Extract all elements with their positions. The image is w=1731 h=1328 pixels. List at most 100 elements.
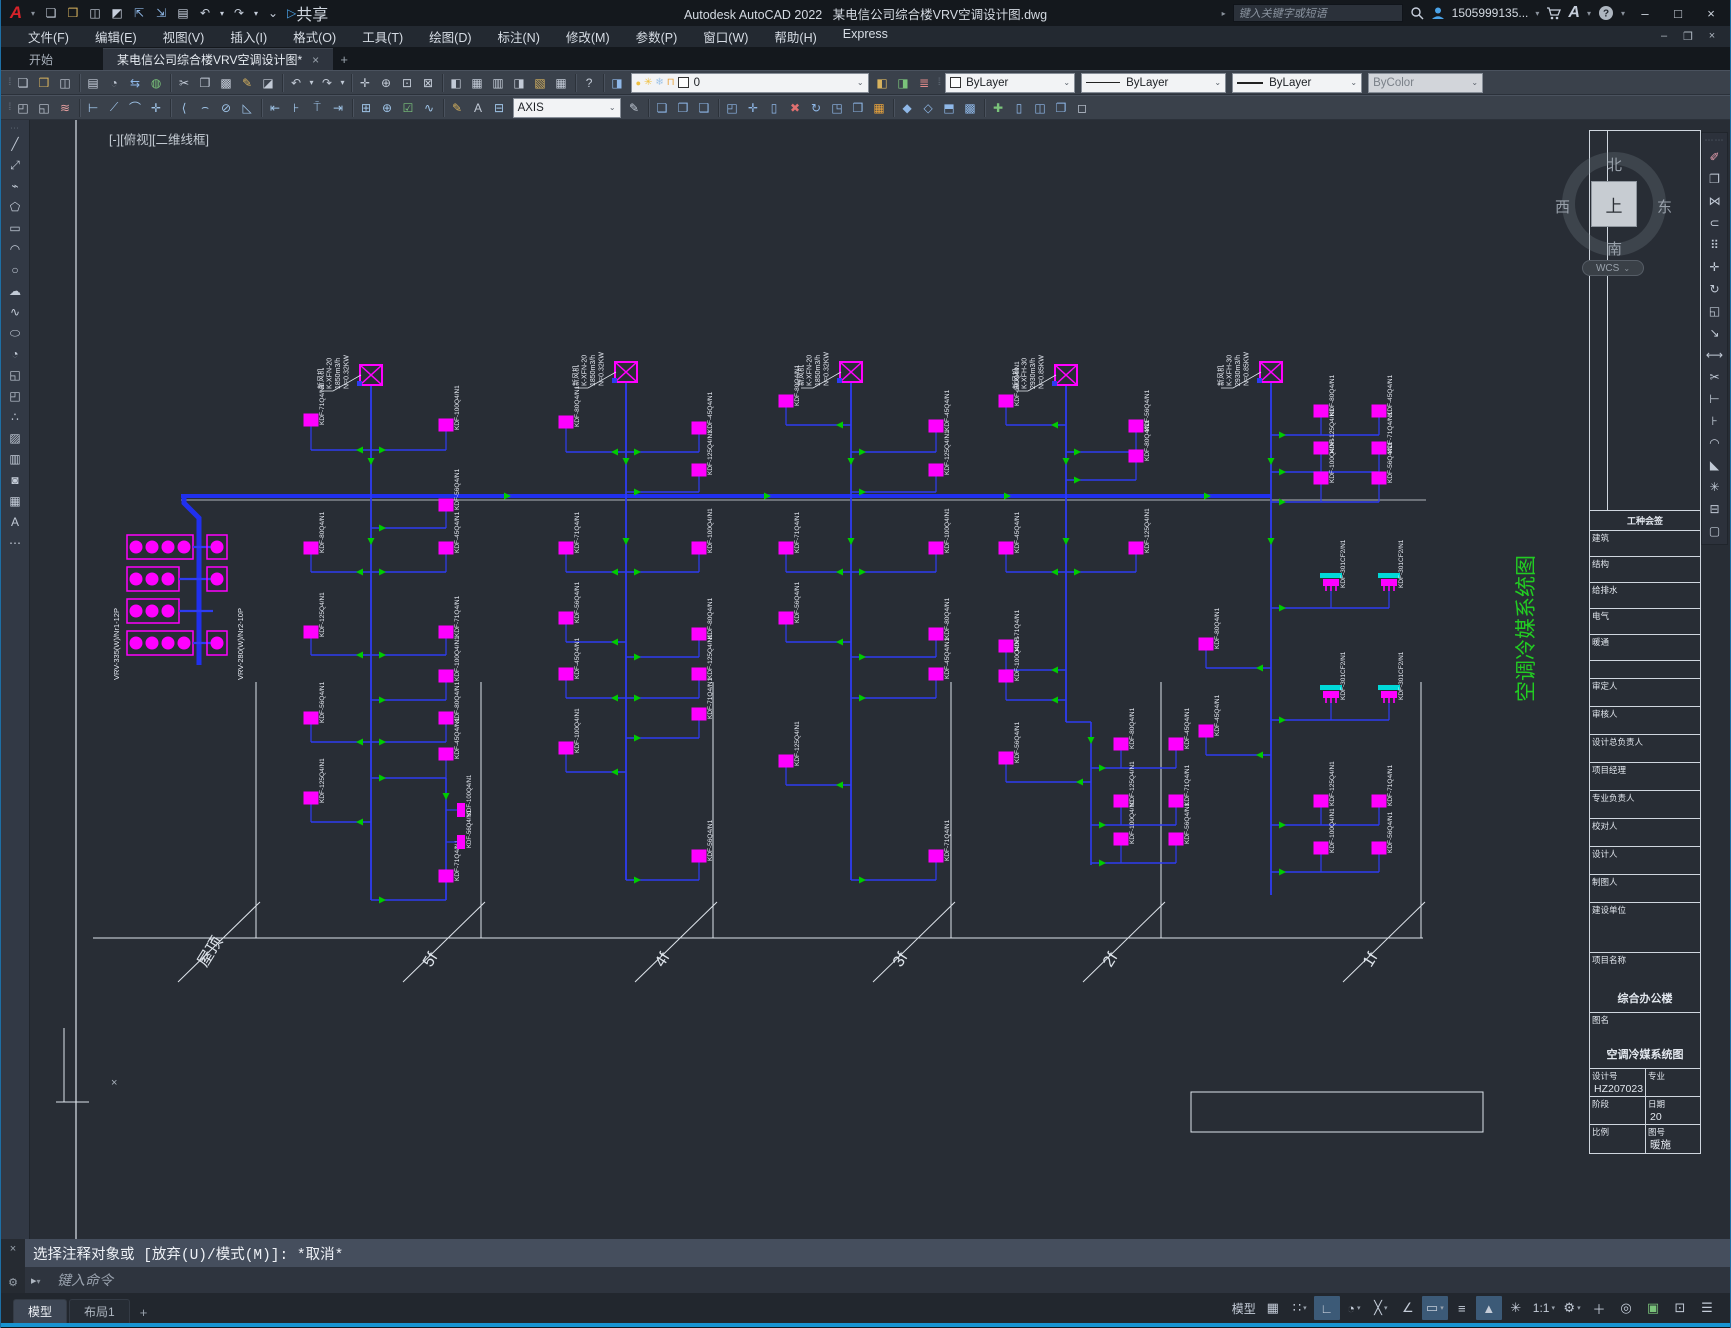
erase-icon[interactable]: ✐ bbox=[1704, 146, 1726, 168]
dim-aligned-icon[interactable]: ⟋ bbox=[104, 100, 125, 115]
copy-icon[interactable]: ❐ bbox=[1704, 168, 1726, 190]
layer-sun-icon[interactable]: ✳ bbox=[644, 77, 652, 88]
3d-move-icon[interactable]: ◰ bbox=[722, 101, 743, 115]
edit-dim-icon[interactable]: ✎ bbox=[447, 101, 468, 115]
open-from-mobile-icon[interactable]: ⇱ bbox=[129, 6, 149, 20]
open-icon[interactable]: ❒ bbox=[34, 76, 55, 90]
toolbar-grip[interactable]: ⁞⁞ bbox=[938, 77, 941, 88]
help-dropdown-icon[interactable]: ▾ bbox=[1621, 9, 1625, 18]
plot-icon[interactable]: ▤ bbox=[83, 76, 104, 90]
viewcube-top-face[interactable]: 上 bbox=[1591, 181, 1637, 227]
menu-item-0[interactable]: 文件(F) bbox=[15, 25, 82, 48]
isolate-objects-icon[interactable]: ◎ bbox=[1613, 1296, 1639, 1320]
model-space-button[interactable]: 模型 bbox=[1229, 1296, 1259, 1320]
spline-icon[interactable]: ∿ bbox=[4, 302, 26, 323]
menu-item-3[interactable]: 插入(I) bbox=[217, 25, 280, 48]
markup-icon[interactable]: ▧ bbox=[530, 76, 551, 90]
move-icon[interactable]: ✛ bbox=[1704, 256, 1726, 278]
join-icon[interactable]: ⊟ bbox=[1704, 498, 1726, 520]
3d-add-icon[interactable]: ✚ bbox=[988, 101, 1009, 115]
help-icon[interactable]: ? bbox=[579, 76, 600, 90]
region-icon[interactable]: ◙ bbox=[4, 470, 26, 491]
menu-item-5[interactable]: 工具(T) bbox=[349, 25, 416, 48]
command-prompt-icon[interactable]: ▸▾ bbox=[31, 1274, 57, 1287]
section-icon[interactable]: ⬒ bbox=[939, 101, 960, 115]
qat-customize-icon[interactable]: ⌄ bbox=[263, 6, 283, 20]
break-icon[interactable]: ⊦ bbox=[1704, 410, 1726, 432]
menu-item-9[interactable]: 参数(P) bbox=[623, 25, 691, 48]
layer-on-icon[interactable]: ● bbox=[636, 78, 641, 88]
ellipse-icon[interactable]: ⬭ bbox=[4, 323, 26, 344]
compass-east[interactable]: 东 bbox=[1657, 196, 1672, 217]
undo-icon[interactable]: ↶ bbox=[286, 76, 307, 90]
chevron-down-icon[interactable]: ⌄ bbox=[852, 78, 864, 87]
share-icon[interactable]: ▷ bbox=[287, 6, 296, 20]
viewcube[interactable]: 北 南 东 西 上 WCS ⌄ bbox=[1554, 146, 1674, 278]
paste-icon[interactable]: ▩ bbox=[216, 76, 237, 90]
dim-break-icon[interactable]: ⍑ bbox=[307, 100, 328, 115]
zoom-previous-icon[interactable]: ⊠ bbox=[418, 76, 439, 90]
dim-update-icon[interactable]: ☑ bbox=[398, 101, 419, 115]
extrude-icon[interactable]: ▯ bbox=[764, 101, 785, 115]
layer-lock-icon[interactable]: ⊓ bbox=[667, 77, 675, 88]
trim-icon[interactable]: ✂ bbox=[1704, 366, 1726, 388]
table-icon[interactable]: ▦ bbox=[4, 491, 26, 512]
dim-continue-icon[interactable]: ⊦ bbox=[286, 101, 307, 115]
help-icon[interactable]: ? bbox=[1598, 5, 1614, 21]
dynamic-input-icon[interactable]: ▭ ▾ bbox=[1421, 1296, 1448, 1320]
model-tab[interactable]: 模型 bbox=[13, 1299, 68, 1323]
close-button[interactable]: × bbox=[1698, 6, 1724, 21]
fillet-icon[interactable]: ◠ bbox=[1704, 432, 1726, 454]
menu-item-10[interactable]: 窗口(W) bbox=[690, 25, 761, 48]
tab-add-button[interactable]: + bbox=[333, 50, 355, 70]
stretch-icon[interactable]: ↘ bbox=[1704, 322, 1726, 344]
menu-item-11[interactable]: 帮助(H) bbox=[761, 25, 829, 48]
new-layout-button[interactable]: + bbox=[132, 1302, 156, 1323]
redo-dropdown-icon[interactable]: ▾ bbox=[338, 78, 348, 87]
customization-icon[interactable]: ☰ bbox=[1694, 1296, 1720, 1320]
autocad-logo-icon[interactable]: A bbox=[1, 1, 31, 25]
mtext-icon[interactable]: A bbox=[4, 512, 26, 533]
gradient-icon[interactable]: ▥ bbox=[4, 449, 26, 470]
object-snap-icon[interactable]: ╳ ▾ bbox=[1368, 1296, 1394, 1320]
thicken-icon[interactable]: ◇ bbox=[918, 101, 939, 115]
revision-cloud-icon[interactable]: ☁ bbox=[4, 281, 26, 302]
chevron-down-icon[interactable]: ⌄ bbox=[1345, 78, 1357, 87]
open-icon[interactable]: ❒ bbox=[63, 6, 83, 20]
tab-start[interactable]: 开始 bbox=[15, 48, 67, 70]
polar-tracking-icon[interactable]: ◔ ▾ bbox=[1341, 1296, 1367, 1320]
menu-item-8[interactable]: 修改(M) bbox=[553, 25, 623, 48]
autodesk-dropdown-icon[interactable]: ▾ bbox=[1587, 9, 1591, 18]
dim-override-icon[interactable]: ⊟ bbox=[489, 101, 510, 115]
mirror-icon[interactable]: ⋈ bbox=[1704, 190, 1726, 212]
clean-screen-icon[interactable]: ⊡ bbox=[1667, 1296, 1693, 1320]
menu-item-6[interactable]: 绘图(D) bbox=[416, 25, 484, 48]
menu-item-12[interactable]: Express bbox=[830, 25, 901, 48]
plot-preview-icon[interactable]: ◔ bbox=[104, 76, 125, 90]
annotation-visibility-icon[interactable]: ▲ bbox=[1475, 1296, 1502, 1320]
chevron-down-icon[interactable]: ⌄ bbox=[1058, 78, 1070, 87]
ortho-mode-icon[interactable]: ∟ bbox=[1313, 1296, 1340, 1320]
layer-isolate-icon[interactable]: ◰ bbox=[13, 101, 34, 115]
new-icon[interactable]: ❏ bbox=[13, 76, 34, 90]
qnew-icon[interactable]: ❏ bbox=[41, 6, 61, 20]
save-icon[interactable]: ◫ bbox=[55, 76, 76, 90]
share-button[interactable]: 共享 bbox=[296, 1, 328, 25]
cut-icon[interactable]: ✂ bbox=[174, 76, 195, 90]
redo-dropdown-icon[interactable]: ▾ bbox=[251, 9, 261, 18]
dim-angular-icon[interactable]: ⟨ bbox=[174, 101, 195, 115]
doc-restore-button[interactable]: ❐ bbox=[1678, 30, 1698, 43]
linetype-control-combo[interactable]: ByLayer ⌄ bbox=[1081, 72, 1227, 93]
rectangle-icon[interactable]: ▭ bbox=[4, 218, 26, 239]
lineweight-display-icon[interactable]: ≡ bbox=[1449, 1296, 1475, 1320]
command-history-close-icon[interactable]: × bbox=[10, 1243, 16, 1255]
imprint-icon[interactable]: ❐ bbox=[1051, 101, 1072, 115]
ellipse-arc-icon[interactable]: ◔ bbox=[4, 344, 26, 365]
array-icon[interactable]: ⠿ bbox=[1704, 234, 1726, 256]
compass-south[interactable]: 南 bbox=[1607, 238, 1622, 259]
search-icon[interactable] bbox=[1410, 6, 1424, 20]
undo-icon[interactable]: ↶ bbox=[195, 6, 215, 20]
compass-west[interactable]: 西 bbox=[1555, 196, 1570, 217]
model-space-canvas[interactable]: [-][俯视][二维线框]屋顶 5f 4f 3f 2f 1fVRV-335(W)/Nr1-… bbox=[31, 120, 1730, 1239]
hatch-icon[interactable]: ▨ bbox=[4, 428, 26, 449]
